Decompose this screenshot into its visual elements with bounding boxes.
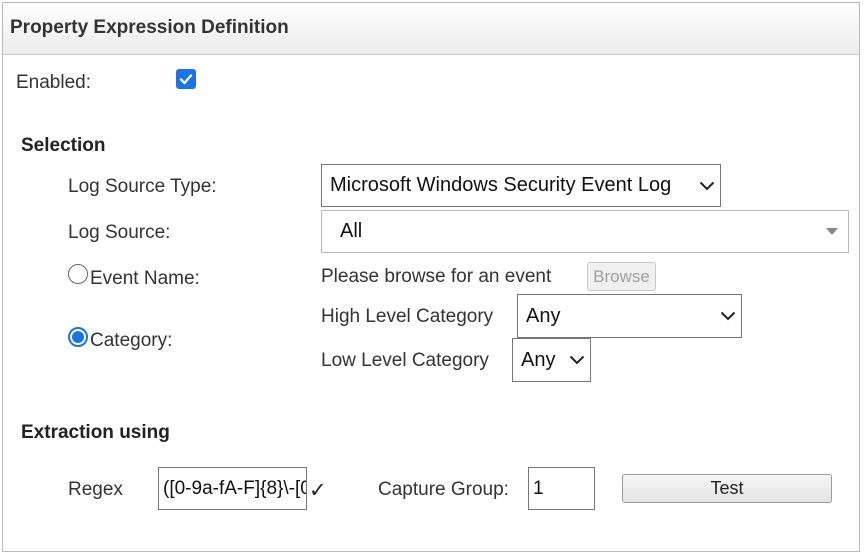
extraction-heading: Extraction using bbox=[21, 422, 170, 443]
test-button[interactable]: Test bbox=[622, 474, 832, 503]
radio-dot bbox=[72, 331, 84, 343]
log-source-type-value: Microsoft Windows Security Event Log bbox=[330, 174, 672, 196]
event-name-radio[interactable] bbox=[68, 264, 88, 284]
event-browse-prompt: Please browse for an event bbox=[321, 266, 552, 287]
category-radio[interactable] bbox=[68, 327, 88, 347]
log-source-type-label: Log Source Type: bbox=[68, 176, 217, 197]
enabled-checkbox[interactable] bbox=[176, 69, 196, 89]
log-source-type-select[interactable]: Microsoft Windows Security Event Log bbox=[321, 164, 721, 207]
low-level-category-select[interactable]: Any bbox=[512, 338, 591, 382]
chevron-down-icon bbox=[564, 355, 590, 365]
low-level-category-value: Any bbox=[521, 348, 556, 371]
event-name-label: Event Name: bbox=[90, 268, 200, 289]
low-level-category-label: Low Level Category bbox=[321, 350, 489, 371]
category-label: Category: bbox=[90, 330, 173, 351]
regex-label: Regex bbox=[68, 479, 123, 500]
chevron-down-icon bbox=[715, 311, 741, 321]
checkmark-icon bbox=[179, 74, 193, 85]
log-source-value: All bbox=[340, 220, 363, 242]
high-level-category-value: Any bbox=[526, 304, 561, 327]
high-level-category-select[interactable]: Any bbox=[517, 294, 742, 338]
capture-group-input[interactable]: 1 bbox=[528, 467, 595, 510]
caret-down-icon bbox=[816, 228, 848, 235]
log-source-select[interactable]: All bbox=[321, 210, 849, 253]
regex-valid-check-icon: ✓ bbox=[309, 479, 327, 502]
capture-group-label: Capture Group: bbox=[378, 479, 509, 500]
browse-button[interactable]: Browse bbox=[587, 262, 656, 291]
enabled-label: Enabled: bbox=[16, 72, 92, 93]
regex-input[interactable]: ([0-9a-fA-F]{8}\-[0 bbox=[158, 467, 307, 510]
page-title: Property Expression Definition bbox=[10, 17, 289, 38]
log-source-label: Log Source: bbox=[68, 222, 171, 243]
high-level-category-label: High Level Category bbox=[321, 306, 494, 327]
selection-heading: Selection bbox=[21, 135, 106, 156]
panel-header: Property Expression Definition bbox=[3, 3, 859, 55]
chevron-down-icon bbox=[694, 181, 720, 191]
